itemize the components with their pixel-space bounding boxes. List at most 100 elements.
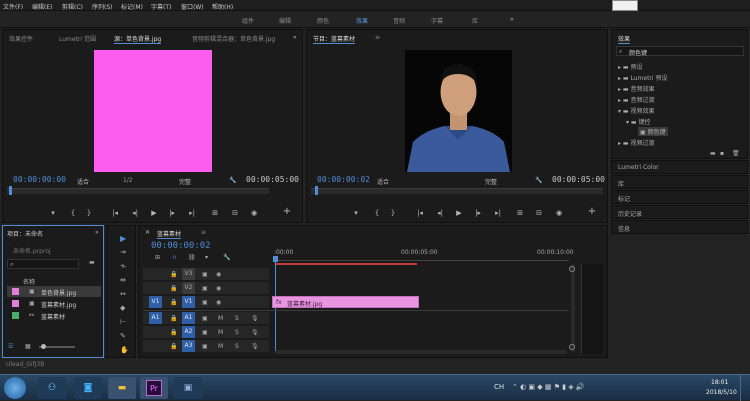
rate-stretch-tool-icon[interactable]: ↔ [120, 290, 126, 298]
microphone-icon[interactable]: 🎙 [251, 315, 259, 322]
workspace-effects[interactable]: 效果 [356, 16, 368, 25]
go-to-out-icon[interactable]: ▸| [492, 208, 504, 218]
explorer-app-icon[interactable]: ▬ [108, 377, 136, 399]
effects-search-value[interactable]: 颜色键 [629, 48, 647, 57]
snap-icon[interactable]: ∩ [172, 254, 176, 261]
show-desktop-button[interactable] [740, 375, 750, 401]
program-menu-icon[interactable]: ≡ [375, 34, 380, 41]
step-forward-icon[interactable]: |▸ [472, 208, 484, 218]
wrench-icon[interactable]: 🔧 [229, 177, 236, 184]
mindmap-app-icon[interactable]: ⚇ [38, 377, 66, 399]
mark-in-icon[interactable]: { [371, 208, 383, 218]
lock-icon[interactable]: 🔒 [170, 329, 177, 336]
more-icon[interactable]: » [95, 229, 99, 236]
slip-tool-icon[interactable]: ⊢ [120, 318, 126, 326]
mute-icon[interactable]: M [218, 315, 223, 322]
track-select-tool-icon[interactable]: ⇥ [120, 248, 126, 256]
microphone-icon[interactable]: 🎙 [251, 329, 259, 336]
lift-icon[interactable]: ⊞ [514, 208, 526, 218]
new-bin-icon[interactable]: ▬ [89, 259, 95, 266]
tree-item-color-key[interactable]: ▣ 颜色键 [638, 127, 668, 136]
column-header-name[interactable]: 名称 [23, 277, 35, 286]
play-icon[interactable]: ▶ [148, 208, 160, 218]
program-fit-dropdown[interactable]: 适合 [377, 177, 389, 186]
menu-icon[interactable]: ≡ [201, 229, 206, 236]
source-patch-a1[interactable]: A1 [149, 312, 162, 324]
time-ruler[interactable] [273, 257, 569, 261]
track-target-v1[interactable]: V1 [182, 296, 195, 308]
tab-effect-controls[interactable]: 效果控件 [9, 34, 33, 43]
rolling-edit-tool-icon[interactable]: ⇹ [120, 276, 126, 284]
delete-icon[interactable]: 🗑 [732, 150, 740, 157]
marker-icon[interactable]: ▾ [47, 208, 59, 218]
wrench-icon[interactable]: 🔧 [535, 177, 542, 184]
sync-lock-icon[interactable]: ▣ [202, 329, 208, 336]
workspace-titles[interactable]: 字幕 [431, 16, 443, 25]
lock-icon[interactable]: 🔒 [170, 315, 177, 322]
list-item[interactable]: ▣ 单色背景.jpg [7, 286, 101, 297]
step-back-icon[interactable]: ◂| [434, 208, 446, 218]
scroll-handle-top[interactable] [569, 266, 575, 272]
track-target-a3[interactable]: A3 [182, 340, 195, 352]
menu-file[interactable]: 文件(F) [3, 2, 23, 11]
menu-title[interactable]: 字幕(T) [151, 2, 171, 11]
tab-program[interactable]: 节目：蓝幕素材 [313, 34, 356, 44]
eye-icon[interactable]: ◉ [216, 271, 221, 278]
mark-in-icon[interactable]: { [67, 208, 79, 218]
program-playhead[interactable] [315, 186, 318, 195]
tab-audio-mixer[interactable]: 音频剪辑混合器：单色背景.jpg [192, 34, 275, 43]
sync-lock-icon[interactable]: ▣ [202, 271, 208, 278]
microphone-icon[interactable]: 🎙 [251, 343, 259, 350]
export-frame-icon[interactable]: ◉ [248, 208, 260, 218]
source-playhead[interactable] [9, 186, 12, 195]
track-target-a1[interactable]: A1 [182, 312, 195, 324]
tree-item-audio-transitions[interactable]: ▸ ▬ 音频过渡 [618, 95, 655, 104]
add-button-icon[interactable]: + [586, 207, 598, 217]
tree-item-presets[interactable]: ▸ ▬ 预设 [618, 62, 643, 71]
qq-app-icon[interactable]: ◙ [74, 377, 102, 399]
lumetri-color-panel[interactable]: Lumetri Color [611, 160, 748, 174]
workspace-editing[interactable]: 编辑 [279, 16, 291, 25]
workspace-color[interactable]: 颜色 [317, 16, 329, 25]
clock-date[interactable]: 2018/5/10 [706, 389, 737, 396]
workspace-more-icon[interactable]: » [510, 16, 514, 23]
hand-tool-icon[interactable]: ✋ [120, 346, 129, 354]
extract-icon[interactable]: ⊟ [533, 208, 545, 218]
source-fit-dropdown[interactable]: 适合 [77, 177, 89, 186]
lock-icon[interactable]: 🔒 [170, 271, 177, 278]
razor-tool-icon[interactable]: ◆ [120, 304, 125, 312]
lock-icon[interactable]: 🔒 [170, 343, 177, 350]
ripple-edit-tool-icon[interactable]: ⟛ [120, 262, 126, 271]
libraries-panel[interactable]: 库 [611, 175, 748, 189]
more-icon[interactable]: » [293, 34, 297, 41]
vertical-scrollbar[interactable] [571, 264, 575, 352]
play-icon[interactable]: ▶ [453, 208, 465, 218]
add-marker-icon[interactable]: ▾ [205, 254, 208, 261]
program-full-dropdown[interactable]: 完整 [485, 177, 497, 186]
menu-help[interactable]: 帮助(H) [212, 2, 233, 11]
step-forward-icon[interactable]: |▸ [166, 208, 178, 218]
history-panel[interactable]: 历史记录 [611, 205, 748, 219]
sync-lock-icon[interactable]: ▣ [202, 343, 208, 350]
tab-lumetri-scopes[interactable]: Lumetri 范围 [59, 34, 96, 43]
solo-icon[interactable]: S [235, 315, 239, 322]
tree-item-video-effects[interactable]: ▾ ▬ 视频效果 [618, 106, 655, 115]
tree-item-audio-effects[interactable]: ▸ ▬ 音频效果 [618, 84, 655, 93]
effects-search-field[interactable]: ⌕ 颜色键 [616, 46, 744, 57]
step-back-icon[interactable]: ◂| [129, 208, 141, 218]
tab-effects[interactable]: 效果 [618, 34, 631, 44]
solo-icon[interactable]: S [235, 343, 239, 350]
scroll-handle-bottom[interactable] [569, 344, 575, 350]
new-preset-icon[interactable]: ▪ [720, 150, 724, 157]
overwrite-icon[interactable]: ⊟ [229, 208, 241, 218]
menu-window[interactable]: 窗口(W) [181, 2, 204, 11]
menu-clip[interactable]: 剪辑(C) [62, 2, 83, 11]
marker-icon[interactable]: ▾ [350, 208, 362, 218]
source-patch-v1[interactable]: V1 [149, 296, 162, 308]
tree-item-keying[interactable]: ▾ ▬ 键控 [626, 117, 651, 126]
menu-edit[interactable]: 编辑(E) [32, 2, 52, 11]
close-icon[interactable]: ✕ [145, 229, 150, 236]
tree-item-lumetri-presets[interactable]: ▸ ▬ Lumetri 预设 [618, 73, 667, 82]
list-item[interactable]: ⚯ 蓝幕素材 [7, 310, 101, 321]
mark-out-icon[interactable]: } [387, 208, 399, 218]
